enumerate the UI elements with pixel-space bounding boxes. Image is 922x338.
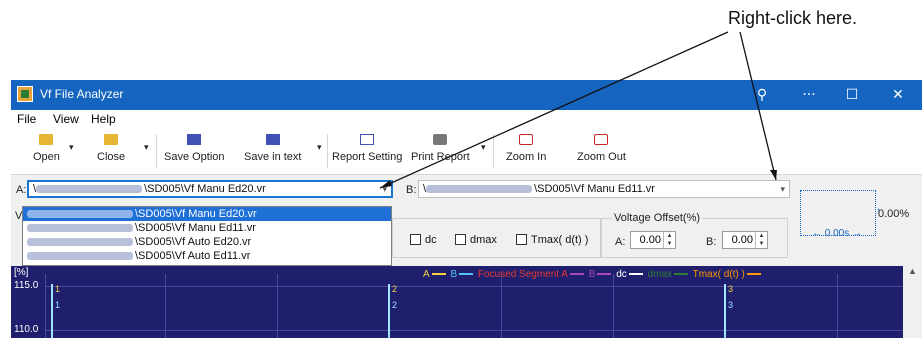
menu-bar: File View Help <box>11 110 922 128</box>
dropdown-option[interactable]: \SD005\Vf Auto Ed11.vr <box>23 249 391 263</box>
grid-line <box>613 274 614 338</box>
save-icon <box>265 134 280 145</box>
dmax-checkbox[interactable]: dmax <box>455 234 497 246</box>
dropdown-option[interactable]: \SD005\Vf Manu Ed11.vr <box>23 221 391 235</box>
toolbar-separator <box>156 134 157 168</box>
offset-a-stepper[interactable]: 0.00 ▲ ▼ <box>630 231 676 249</box>
plot-legend: A B Focused Segment A B dc dmax Tmax( d(… <box>423 269 763 280</box>
redacted-path <box>27 210 133 219</box>
cursor-marker-b: 2 <box>392 300 398 310</box>
zoom-in-button[interactable]: Zoom In <box>506 134 546 163</box>
annotation-callout: Right-click here. <box>728 8 858 28</box>
print-report-button[interactable]: Print Report <box>411 134 470 163</box>
waveform-plot[interactable]: [%] 115.0 110.0 1 1 2 2 3 3 A B Focused … <box>11 266 903 338</box>
spin-arrows-icon[interactable]: ▲ ▼ <box>663 232 675 248</box>
menu-help[interactable]: Help <box>91 112 116 126</box>
cursor-marker-b: 3 <box>728 300 734 310</box>
chevron-down-icon: ▾ <box>382 184 387 194</box>
grid-line <box>45 286 903 287</box>
dc-checkbox[interactable]: dc <box>410 234 437 246</box>
grid-line <box>45 274 46 338</box>
file-a-dropdown-list: \SD005\Vf Manu Ed20.vr \SD005\Vf Manu Ed… <box>22 206 392 266</box>
open-button[interactable]: Open <box>33 134 60 163</box>
close-dropdown-arrow[interactable]: ▾ <box>144 142 149 153</box>
toolbar: Open ▾ Close ▾ Save Option Save in text … <box>11 128 922 175</box>
window-title: Vf File Analyzer <box>40 87 124 101</box>
tmax-checkbox[interactable]: Tmax( d(t) ) <box>516 234 588 246</box>
scroll-up-icon[interactable]: ▲ <box>908 266 917 276</box>
offset-b-stepper[interactable]: 0.00 ▲ ▼ <box>722 231 768 249</box>
save-option-icon <box>187 134 202 145</box>
save-option-button[interactable]: Save Option <box>164 134 225 163</box>
zoom-in-icon <box>519 134 534 145</box>
grid-line <box>165 274 166 338</box>
dropdown-option[interactable]: \SD005\Vf Manu Ed20.vr <box>23 207 391 221</box>
plot-scrollbar[interactable]: ▲ <box>903 266 922 338</box>
open-dropdown-arrow[interactable]: ▾ <box>69 142 74 153</box>
zoom-out-icon <box>594 134 609 145</box>
cursor-marker-a: 1 <box>55 284 61 294</box>
dropdown-option[interactable]: \SD005\Vf Auto Ed20.vr <box>23 235 391 249</box>
grid-line <box>45 330 903 331</box>
meter-percent: 0.00% <box>878 208 910 220</box>
spin-arrows-icon[interactable]: ▲ ▼ <box>755 232 767 248</box>
grid-line <box>501 274 502 338</box>
file-a-select[interactable]: \ \SD005\Vf Manu Ed20.vr ▾ <box>27 180 393 198</box>
maximize-button[interactable]: ☐ <box>829 80 875 110</box>
app-icon <box>17 86 33 102</box>
search-icon[interactable]: ⚲ <box>739 80 785 110</box>
folder-open-icon <box>39 134 54 145</box>
printer-icon <box>433 134 448 145</box>
report-setting-icon <box>360 134 375 145</box>
menu-file[interactable]: File <box>17 112 36 126</box>
file-b-select[interactable]: \ \SD005\Vf Manu Ed11.vr ▾ <box>418 180 790 198</box>
title-bar: Vf File Analyzer ⚲ ··· ☐ ✕ <box>11 80 922 110</box>
cursor-line[interactable] <box>388 284 390 338</box>
offset-b-label: B: <box>706 236 717 248</box>
cursor-line[interactable] <box>724 284 726 338</box>
voltage-offset-label: Voltage Offset(%) <box>612 212 703 224</box>
cursor-marker-a: 3 <box>728 284 734 294</box>
more-options-button[interactable]: ··· <box>786 80 832 110</box>
close-button[interactable]: ✕ <box>875 80 921 110</box>
menu-view[interactable]: View <box>53 112 79 126</box>
file-b-label: B: <box>406 184 417 196</box>
grid-line <box>837 274 838 338</box>
print-dropdown-arrow[interactable]: ▾ <box>481 142 486 153</box>
toolbar-separator <box>327 134 328 168</box>
y-tick-label: 115.0 <box>14 280 39 291</box>
redacted-path <box>27 224 133 233</box>
file-a-label: A: <box>16 184 27 196</box>
cursor-marker-b: 1 <box>55 300 61 310</box>
y-tick-label: 110.0 <box>14 324 39 335</box>
redacted-path <box>36 185 143 194</box>
meter-time: ← 0.00s → <box>812 228 863 239</box>
chevron-down-icon: ▾ <box>780 184 785 194</box>
grid-line <box>277 274 278 338</box>
cursor-marker-a: 2 <box>392 284 398 294</box>
report-setting-button[interactable]: Report Setting <box>332 134 402 163</box>
redacted-path <box>27 252 133 261</box>
cursor-line[interactable] <box>51 284 53 338</box>
toolbar-separator <box>493 134 494 168</box>
close-file-button[interactable]: Close <box>97 134 125 163</box>
folder-icon <box>104 134 119 145</box>
save-in-text-button[interactable]: Save in text <box>244 134 301 163</box>
offset-a-label: A: <box>615 236 626 248</box>
save-dropdown-arrow[interactable]: ▾ <box>317 142 322 153</box>
checkbox-box <box>455 234 466 245</box>
zoom-out-button[interactable]: Zoom Out <box>577 134 626 163</box>
redacted-path <box>27 238 133 247</box>
redacted-path <box>426 185 533 194</box>
checkbox-box <box>516 234 527 245</box>
checkbox-box <box>410 234 421 245</box>
plot-unit-label: [%] <box>14 267 29 278</box>
